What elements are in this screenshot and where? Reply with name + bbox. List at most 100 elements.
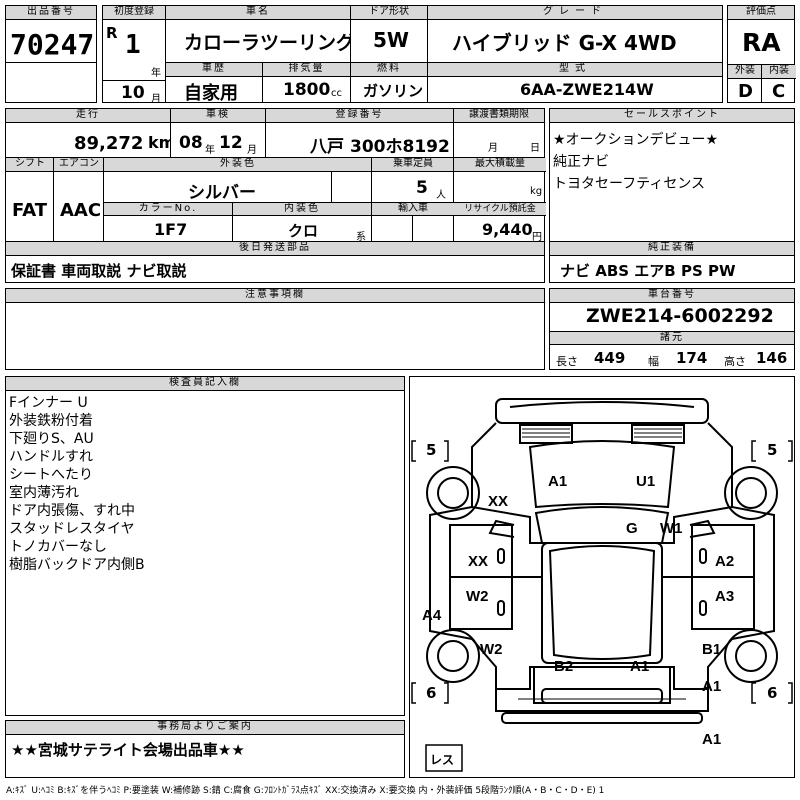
- reg-month: 10: [121, 83, 145, 103]
- reg-no-header: 登録番号: [266, 109, 453, 123]
- inspector-note: トノカバーなし: [9, 539, 107, 555]
- exterior-grade: D: [738, 81, 753, 102]
- damage-fender-left: XX: [488, 493, 509, 510]
- transfer-box: 譲渡書類期限 月 日: [453, 108, 545, 158]
- capacity-unit: 人: [436, 190, 446, 201]
- color-no-header: カラーNo.: [104, 203, 232, 216]
- inspector-note: 下廻りS、AU: [9, 431, 94, 447]
- sales-point: トヨタセーフティセンス: [553, 176, 706, 192]
- damage-rocker-left: A4: [422, 607, 442, 624]
- damage-quarter-right: B1: [702, 641, 722, 658]
- damage-trunk-left: B2: [554, 658, 574, 675]
- fuel-header: 燃料: [351, 63, 427, 77]
- genuine-header: 純正装備: [550, 242, 794, 256]
- inspector-note: Fインナー U: [9, 395, 88, 411]
- height: 146: [756, 349, 788, 367]
- sales-points-box: セールスポイント ★オークションデビュー★ 純正ナビ トヨタセーフティセンス: [549, 108, 795, 242]
- damage-rear-bumper: A1: [702, 731, 722, 748]
- car-diagram-box: 5 5 6 6 レス A1 U1 XX G W1 XX A2 W2 A3 A4 …: [409, 376, 795, 778]
- caution-box: 注意事項欄: [5, 288, 545, 370]
- model-code: 6AA-ZWE214W: [520, 80, 654, 99]
- first-registration-box: 初度登録 R 1 年 10 月: [102, 5, 166, 105]
- insp-year-unit: 年: [205, 145, 215, 156]
- width-label: 幅: [648, 355, 659, 368]
- door-type: 5W: [373, 28, 409, 52]
- transfer-day: 日: [530, 143, 540, 154]
- int-color-header: 内装色: [233, 203, 371, 216]
- reg-year: 1: [125, 30, 141, 60]
- genuine-equipment: ナビ ABS エアB PS PW: [560, 262, 736, 280]
- damage-hood-left: A1: [548, 473, 568, 490]
- history-header: 車歴: [166, 63, 262, 77]
- capacity-header: 乗車定員: [372, 158, 454, 172]
- inspection-header: 車検: [171, 109, 265, 123]
- interior-header: 内装: [762, 65, 796, 79]
- spec-grid: シフト エアコン 外装色 乗車定員 最大積載量 FAT AAC シルバー 5 人…: [5, 157, 546, 243]
- length: 449: [594, 349, 626, 367]
- width: 174: [676, 349, 708, 367]
- exterior-header: 外装: [728, 65, 762, 79]
- later-parts-box: 後日発送部品 保証書 車両取説 ナビ取説: [5, 241, 545, 283]
- mileage-header: 走行: [6, 109, 170, 123]
- length-label: 長さ: [556, 355, 578, 368]
- inspector-notes: Fインナー U 外装鉄粉付着 下廻りS、AU ハンドルすれ シートへたり 室内薄…: [9, 394, 145, 574]
- car-name: カローラツーリング: [184, 32, 356, 54]
- sales-point: 純正ナビ: [553, 154, 609, 170]
- import-header: 輸入車: [372, 203, 454, 216]
- recycle-fee: 9,440: [482, 220, 533, 239]
- fuel-box: 燃料 ガソリン: [350, 62, 428, 103]
- max-load-header: 最大積載量: [454, 158, 546, 172]
- reg-era: R: [106, 24, 118, 42]
- car-diagram: [411, 398, 793, 772]
- year-unit: 年: [151, 68, 161, 79]
- inspector-note: 樹脂バックドア内側B: [9, 557, 145, 573]
- score-box: 評価点 RA 外装 内装 D C: [727, 5, 796, 103]
- capacity: 5: [416, 178, 428, 198]
- later-parts-header: 後日発送部品: [6, 242, 544, 256]
- ext-color: シルバー: [188, 183, 256, 203]
- tread-front-left: 5: [426, 441, 437, 459]
- inspection-box: 車検 08 年 12 月: [170, 108, 266, 158]
- legend: A:ｷｽﾞ U:ﾍｺﾐ B:ｷｽﾞを伴うﾍｺﾐ P:要塗装 W:補修跡 S:錆 …: [6, 786, 605, 796]
- chassis-box: 車台番号 ZWE214-6002292 諸元 長さ 449 幅 174 高さ 1…: [549, 288, 795, 370]
- shift: FAT: [12, 200, 48, 221]
- inspector-box: 検査員記入欄 Fインナー U 外装鉄粉付着 下廻りS、AU ハンドルすれ シート…: [5, 376, 405, 716]
- month-unit: 月: [151, 94, 161, 105]
- inspector-note: シートへたり: [9, 467, 93, 483]
- aircon-header: エアコン: [54, 158, 104, 172]
- aircon: AAC: [60, 200, 102, 221]
- car-name-box: 車名 カローラツーリング: [165, 5, 355, 63]
- score-header: 評価点: [728, 6, 794, 20]
- history: 自家用: [184, 83, 238, 104]
- shift-header: シフト: [6, 158, 54, 172]
- auction-score: RA: [742, 28, 781, 57]
- mileage-box: 走行 89,272 km: [5, 108, 175, 158]
- displacement: 1800: [283, 80, 331, 100]
- load-unit: kg: [530, 186, 543, 197]
- inspector-note: 室内薄汚れ: [9, 485, 79, 501]
- transfer-header: 譲渡書類期限: [454, 109, 544, 123]
- damage-front-door-left: XX: [468, 553, 489, 570]
- tread-rear-right: 6: [767, 684, 778, 702]
- grade-header: グレード: [428, 6, 722, 20]
- plate-number: 300ホ8192: [350, 137, 450, 157]
- height-label: 高さ: [724, 355, 746, 368]
- mileage: 89,272: [74, 133, 144, 154]
- cc-unit: cc: [331, 88, 342, 99]
- transfer-month: 月: [488, 143, 498, 154]
- fuel: ガソリン: [363, 82, 424, 100]
- lot-header: 出品番号: [6, 6, 96, 20]
- damage-quarter-left: W2: [480, 641, 503, 658]
- sales-point: ★オークションデビュー★: [553, 132, 719, 148]
- office-note: ★★宮城サテライト会場出品車★★: [11, 741, 245, 759]
- inspection-year: 08: [179, 133, 203, 153]
- insp-month-unit: 月: [247, 145, 257, 156]
- displacement-box: 排気量 1800 cc: [262, 62, 351, 103]
- lot-number: 70247: [10, 28, 95, 61]
- lot-number-box: 出品番号 70247: [5, 5, 97, 103]
- displacement-header: 排気量: [263, 63, 350, 77]
- later-parts: 保証書 車両取説 ナビ取説: [11, 262, 187, 280]
- damage-fender-right: W1: [660, 520, 683, 537]
- inspection-month: 12: [219, 133, 243, 153]
- first-reg-header: 初度登録: [103, 6, 165, 20]
